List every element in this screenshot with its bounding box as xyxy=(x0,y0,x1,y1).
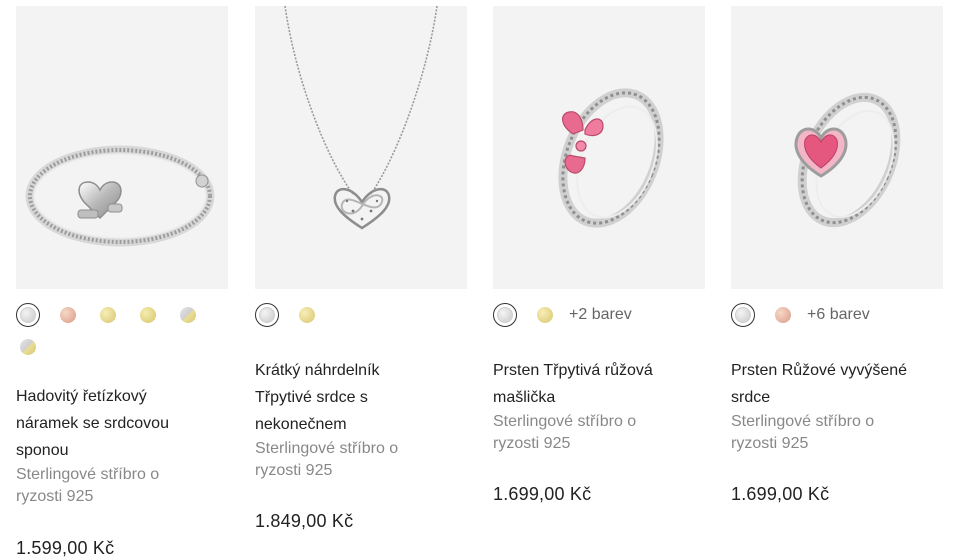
swatch-rose-gold[interactable] xyxy=(56,303,80,327)
swatch-silver[interactable] xyxy=(493,303,517,327)
bracelet-image xyxy=(25,145,215,247)
product-image-necklace[interactable] xyxy=(255,6,467,289)
necklace-image xyxy=(284,6,438,230)
product-image-heart-ring[interactable] xyxy=(731,6,943,289)
product-card[interactable]: Hadovitý řetízkový náramek se srdcovou s… xyxy=(16,0,228,560)
bow-ring-image xyxy=(558,88,664,228)
product-info: Krátký náhrdelník Třpytivé srdce s nekon… xyxy=(255,357,467,482)
product-card[interactable]: Krátký náhrdelník Třpytivé srdce s nekon… xyxy=(255,0,467,560)
swatch-gold-alt[interactable] xyxy=(136,303,160,327)
swatch-rose-gold[interactable] xyxy=(771,303,795,327)
product-card[interactable]: +2 barev Prsten Třpytivá růžová mašlička… xyxy=(493,0,705,560)
color-swatches xyxy=(16,303,228,359)
swatch-silver[interactable] xyxy=(731,303,755,327)
product-image-bow-ring[interactable] xyxy=(493,6,705,289)
product-price: 1.699,00 Kč xyxy=(493,484,592,504)
product-price: 1.599,00 Kč xyxy=(16,538,115,558)
product-name[interactable]: Hadovitý řetízkový náramek se srdcovou s… xyxy=(16,383,196,464)
swatch-silver[interactable] xyxy=(255,303,279,327)
product-info: Prsten Třpytivá růžová mašlička Sterling… xyxy=(493,357,705,455)
product-info: Hadovitý řetízkový náramek se srdcovou s… xyxy=(16,383,228,508)
swatch-gold[interactable] xyxy=(533,303,557,327)
swatch-silver[interactable] xyxy=(16,303,40,327)
product-material: Sterlingové stříbro o ryzosti 925 xyxy=(255,440,399,479)
swatch-gold[interactable] xyxy=(295,303,319,327)
product-price: 1.699,00 Kč xyxy=(731,484,830,504)
product-name[interactable]: Krátký náhrdelník Třpytivé srdce s nekon… xyxy=(255,357,405,438)
more-colors-link[interactable]: +6 barev xyxy=(807,303,870,327)
product-info: Prsten Růžové vyvýšené srdce Sterlingové… xyxy=(731,357,943,455)
product-card[interactable]: +6 barev Prsten Růžové vyvýšené srdce St… xyxy=(731,0,943,560)
product-material: Sterlingové stříbro o ryzosti 925 xyxy=(731,413,875,452)
swatch-two-tone-alt[interactable] xyxy=(16,335,40,359)
product-material: Sterlingové stříbro o ryzosti 925 xyxy=(493,413,637,452)
product-price: 1.849,00 Kč xyxy=(255,511,354,531)
more-colors-link[interactable]: +2 barev xyxy=(569,303,632,327)
swatch-gold[interactable] xyxy=(96,303,120,327)
color-swatches: +6 barev xyxy=(731,303,943,327)
color-swatches: +2 barev xyxy=(493,303,705,327)
color-swatches xyxy=(255,303,467,327)
product-name[interactable]: Prsten Růžové vyvýšené srdce xyxy=(731,357,931,411)
product-name[interactable]: Prsten Třpytivá růžová mašlička xyxy=(493,357,693,411)
product-material: Sterlingové stříbro o ryzosti 925 xyxy=(16,466,160,505)
swatch-two-tone[interactable] xyxy=(176,303,200,327)
heart-ring-image xyxy=(794,92,901,228)
product-grid: Hadovitý řetízkový náramek se srdcovou s… xyxy=(0,0,954,560)
product-image-bracelet[interactable] xyxy=(16,6,228,289)
